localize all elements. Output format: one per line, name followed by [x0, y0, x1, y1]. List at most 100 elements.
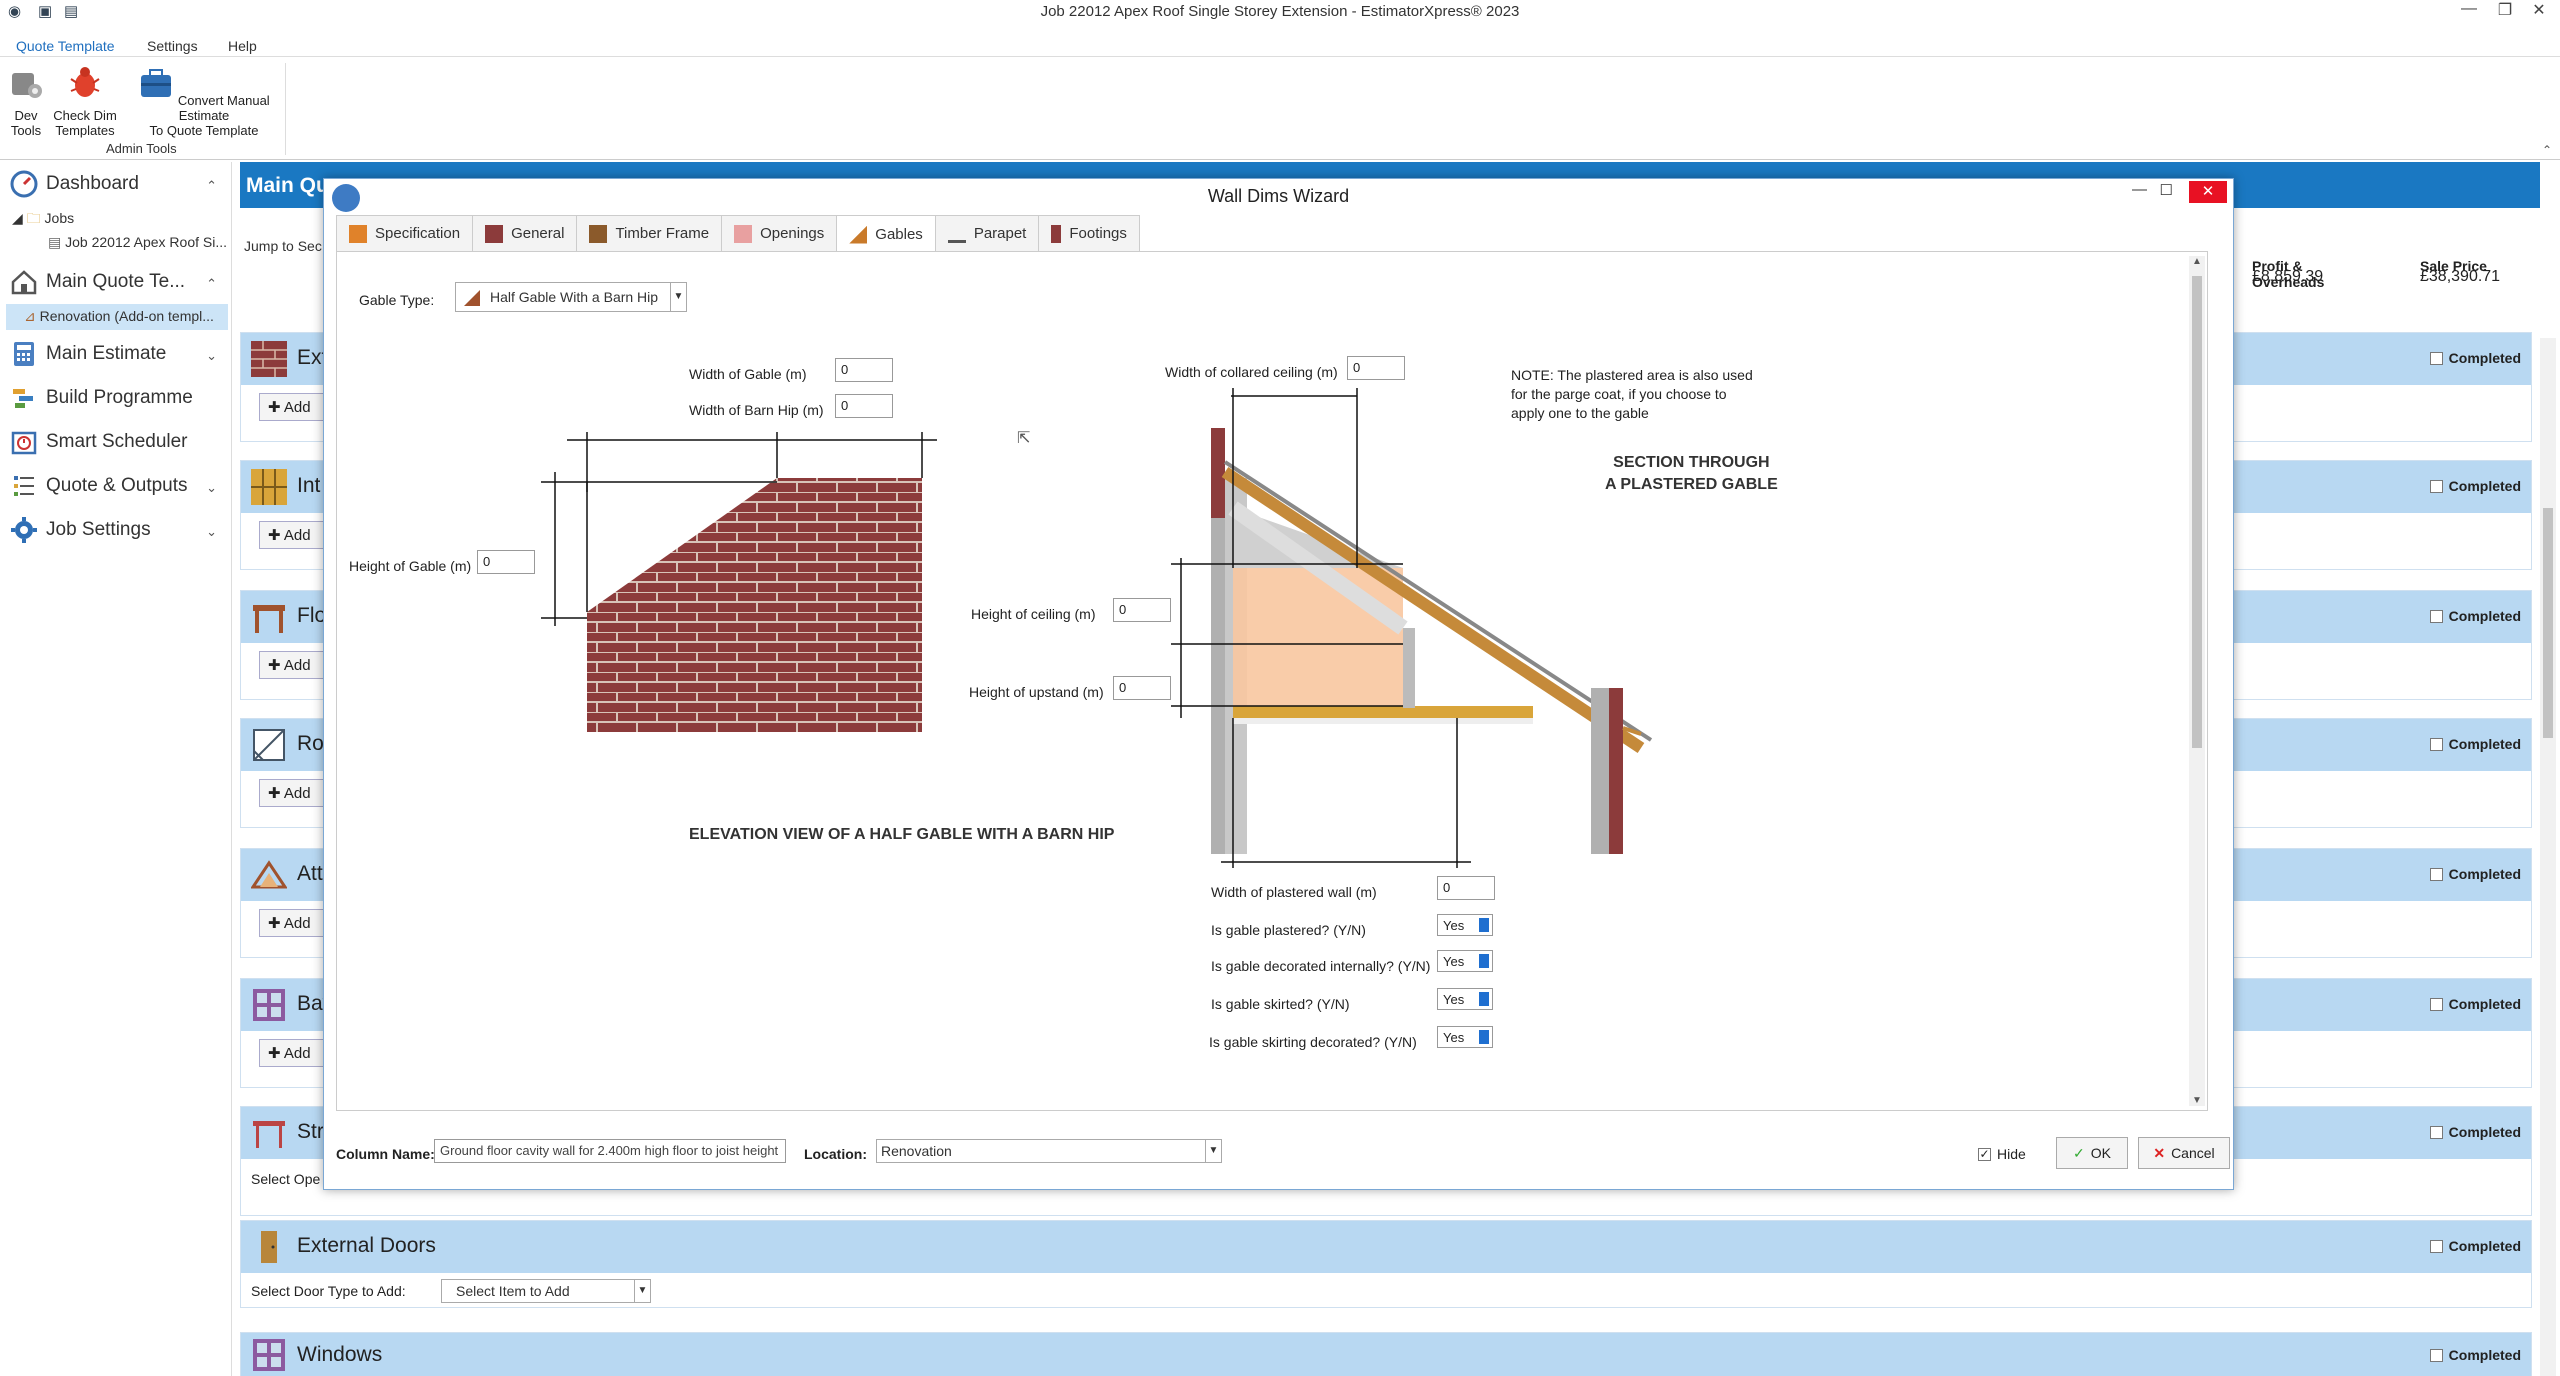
- main-scrollbar[interactable]: [2540, 338, 2556, 1376]
- wall-dims-wizard-dialog: Wall Dims Wizard — ☐ ✕ Specification Gen…: [323, 178, 2234, 1190]
- width-collared-ceiling-input[interactable]: 0: [1347, 356, 1405, 380]
- completed-checkbox[interactable]: Completed: [2429, 608, 2521, 624]
- tab-footings[interactable]: Footings: [1038, 215, 1140, 251]
- is-gable-plastered-toggle[interactable]: Yes: [1437, 914, 1493, 936]
- scrollbar-thumb[interactable]: [2192, 276, 2202, 748]
- yn-label: Is gable plastered? (Y/N): [1211, 922, 1366, 938]
- timber-icon: [589, 224, 608, 243]
- tab-timber-frame[interactable]: Timber Frame: [576, 215, 723, 251]
- chevron-down-icon[interactable]: ⌄: [206, 480, 217, 496]
- chevron-down-icon[interactable]: ⌄: [206, 524, 217, 540]
- tree-renovation[interactable]: ⊿ Renovation (Add-on templ...: [6, 304, 228, 330]
- is-gable-decorated-toggle[interactable]: Yes: [1437, 950, 1493, 972]
- gable-type-select[interactable]: Half Gable With a Barn Hip ▼: [455, 282, 687, 312]
- chevron-up-icon[interactable]: ⌃: [206, 178, 217, 194]
- admin-tools-group-label: Admin Tools: [106, 141, 177, 156]
- tab-help[interactable]: Help: [228, 38, 257, 54]
- tab-label: Specification: [375, 225, 461, 242]
- door-type-select[interactable]: Select Item to Add ▼: [441, 1279, 651, 1303]
- checkbox[interactable]: [2429, 351, 2443, 365]
- completed-checkbox[interactable]: Completed: [2429, 478, 2521, 494]
- yn-value: Yes: [1443, 954, 1465, 969]
- jump-to-section[interactable]: Jump to Sec: [244, 238, 322, 254]
- minimize-icon[interactable]: —: [2132, 181, 2147, 198]
- completed-label: Completed: [2448, 608, 2521, 624]
- completed-checkbox[interactable]: Completed: [2429, 736, 2521, 752]
- chevron-down-icon[interactable]: ⌄: [206, 348, 217, 364]
- chevron-down-icon[interactable]: ▼: [670, 283, 686, 311]
- completed-checkbox[interactable]: Completed: [2429, 1347, 2521, 1363]
- nav-quote-outputs[interactable]: Quote & Outputs: [10, 472, 188, 500]
- dev-tools-button[interactable]: Dev Tools: [8, 65, 44, 138]
- convert-estimate-button[interactable]: Convert Manual Estimate To Quote Templat…: [126, 65, 282, 138]
- completed-checkbox[interactable]: Completed: [2429, 350, 2521, 366]
- tab-settings[interactable]: Settings: [147, 38, 198, 54]
- tab-openings[interactable]: Openings: [721, 215, 838, 251]
- checkbox[interactable]: [2429, 1125, 2443, 1139]
- ok-label: OK: [2090, 1145, 2111, 1161]
- nav-build-programme[interactable]: Build Programme: [10, 384, 193, 412]
- dialog-scrollbar[interactable]: ▲ ▼: [2189, 256, 2205, 1106]
- checkbox[interactable]: [2429, 1348, 2443, 1362]
- chevron-down-icon[interactable]: ▼: [634, 1280, 650, 1302]
- width-plastered-wall-input[interactable]: 0: [1437, 876, 1495, 900]
- height-of-upstand-input[interactable]: 0: [1113, 676, 1171, 700]
- checkbox[interactable]: [2429, 997, 2443, 1011]
- floor-icon: [253, 605, 285, 633]
- yn-label: Is gable skirting decorated? (Y/N): [1209, 1034, 1417, 1050]
- nav-main-quote[interactable]: Main Quote Te...: [10, 268, 185, 296]
- check-dim-templates-button[interactable]: Check Dim Templates: [50, 65, 120, 138]
- tab-parapet[interactable]: Parapet: [934, 215, 1040, 251]
- collapse-ribbon-icon[interactable]: ⌃: [2542, 143, 2552, 157]
- tree-job-item[interactable]: ▤ Job 22012 Apex Roof Si...: [48, 234, 227, 251]
- location-select[interactable]: Renovation ▼: [876, 1139, 1222, 1163]
- width-plastered-wall-label: Width of plastered wall (m): [1211, 884, 1377, 900]
- completed-checkbox[interactable]: Completed: [2429, 1238, 2521, 1254]
- section-caption: SECTION THROUGH A PLASTERED GABLE: [1605, 454, 1778, 493]
- chevron-down-icon[interactable]: ▼: [1205, 1140, 1221, 1162]
- close-window-button[interactable]: ✕: [2524, 0, 2554, 20]
- tab-general[interactable]: General: [472, 215, 578, 251]
- tab-quote-template[interactable]: Quote Template: [16, 38, 115, 54]
- is-gable-skirted-toggle[interactable]: Yes: [1437, 988, 1493, 1010]
- chevron-up-icon[interactable]: ⌃: [206, 276, 217, 292]
- close-dialog-button[interactable]: ✕: [2189, 181, 2227, 203]
- is-skirting-decorated-toggle[interactable]: Yes: [1437, 1026, 1493, 1048]
- completed-checkbox[interactable]: Completed: [2429, 866, 2521, 882]
- hide-checkbox[interactable]: ✓ Hide: [1978, 1146, 2026, 1162]
- checkbox[interactable]: [2429, 609, 2443, 623]
- tab-label: Timber Frame: [615, 225, 710, 242]
- checkbox[interactable]: [2429, 479, 2443, 493]
- tab-specification[interactable]: Specification: [336, 215, 474, 251]
- checkbox[interactable]: [2429, 1239, 2443, 1253]
- nav-dashboard[interactable]: Dashboard: [10, 170, 139, 198]
- completed-checkbox[interactable]: Completed: [2429, 1124, 2521, 1140]
- profit-label: Profit & Overheads: [2252, 258, 2325, 290]
- add-label: Add: [283, 657, 311, 674]
- tree-jobs[interactable]: ◢ 🗀 Jobs: [12, 208, 74, 232]
- checkbox[interactable]: [2429, 867, 2443, 881]
- scroll-down-icon[interactable]: ▼: [2189, 1095, 2205, 1106]
- scrollbar-thumb[interactable]: [2543, 508, 2553, 738]
- maximize-icon[interactable]: ☐: [2160, 181, 2173, 199]
- restore-button[interactable]: ❐: [2490, 0, 2520, 20]
- tab-gables[interactable]: Gables: [836, 215, 936, 253]
- scroll-up-icon[interactable]: ▲: [2189, 256, 2205, 267]
- completed-label: Completed: [2448, 478, 2521, 494]
- bay-window-icon: [253, 989, 285, 1021]
- checked-icon[interactable]: ✓: [1978, 1147, 1991, 1161]
- cancel-button[interactable]: ✕ Cancel: [2138, 1137, 2230, 1169]
- column-name-input[interactable]: Ground floor cavity wall for 2.400m high…: [434, 1139, 786, 1163]
- minimize-button[interactable]: —: [2454, 0, 2484, 18]
- nav-job-settings[interactable]: Job Settings: [10, 516, 151, 544]
- height-of-ceiling-input[interactable]: 0: [1113, 598, 1171, 622]
- completed-label: Completed: [2448, 866, 2521, 882]
- nav-main-estimate[interactable]: Main Estimate: [10, 340, 166, 368]
- nav-smart-scheduler[interactable]: Smart Scheduler: [10, 428, 188, 456]
- width-of-barn-hip-input[interactable]: 0: [835, 394, 893, 418]
- location-value: Renovation: [881, 1143, 952, 1159]
- completed-checkbox[interactable]: Completed: [2429, 996, 2521, 1012]
- width-of-gable-input[interactable]: 0: [835, 358, 893, 382]
- checkbox[interactable]: [2429, 737, 2443, 751]
- ok-button[interactable]: ✓ OK: [2056, 1137, 2128, 1169]
